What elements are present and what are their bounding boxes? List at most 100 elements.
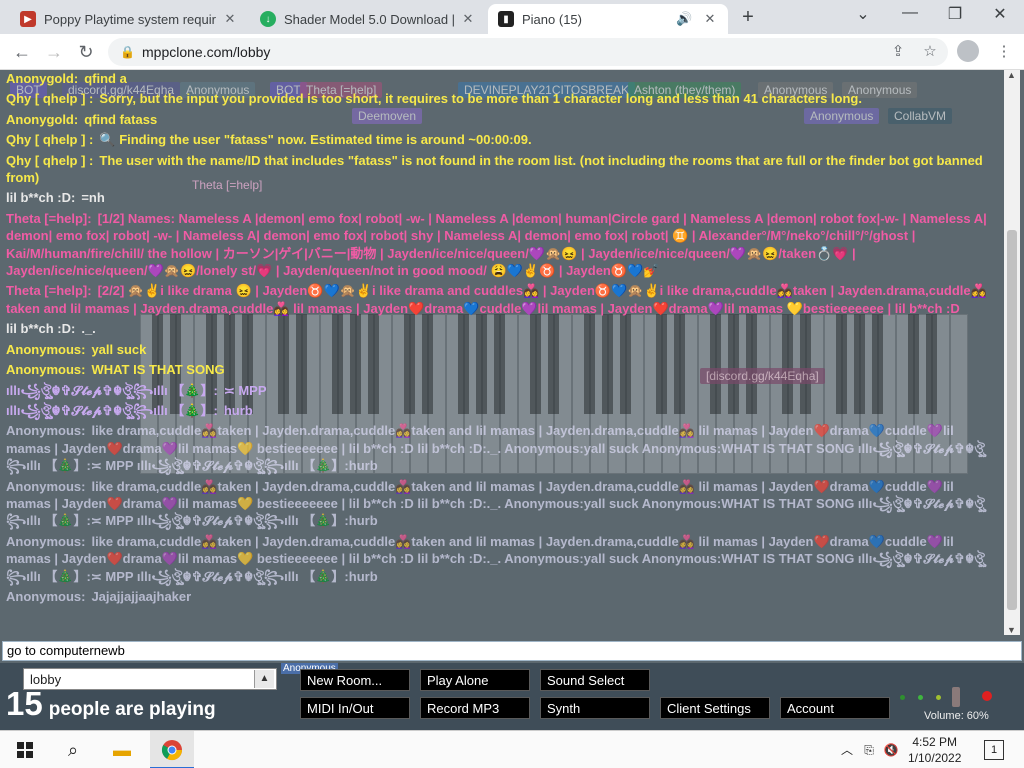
new-room-button[interactable]: New Room... bbox=[300, 669, 410, 691]
chat-input[interactable]: go to computernewb bbox=[2, 641, 1022, 661]
forward-icon[interactable]: → bbox=[42, 40, 66, 64]
profile-icon[interactable] bbox=[957, 40, 979, 62]
chat-nick[interactable]: Qhy [ qhelp ] : bbox=[6, 132, 93, 147]
window-close-icon[interactable]: ✕ bbox=[988, 4, 1012, 24]
clock-date: 1/10/2022 bbox=[908, 751, 962, 765]
chat-input-value: go to computernewb bbox=[7, 643, 125, 658]
chat-text: ._. bbox=[81, 321, 96, 337]
chat-nick[interactable]: Anonymous: bbox=[6, 534, 85, 549]
chat-message: ıllı꧁ঔৣ☬✞𝓢𝓽𝓮𝓹✞☬ঔৣ꧂ıllı 【🎄】: ≍ MPP bbox=[6, 382, 998, 399]
chat-text: Jajajjajjaajhaker bbox=[91, 588, 192, 604]
chat-nick[interactable]: Theta [=help]: bbox=[6, 211, 92, 226]
menu-icon[interactable]: ⋮ bbox=[992, 40, 1016, 64]
maximize-icon[interactable]: ❐ bbox=[943, 4, 967, 24]
chat-nick[interactable]: lil b**ch :D: bbox=[6, 321, 75, 336]
star-icon[interactable]: ☆ bbox=[918, 40, 942, 64]
chat-nick[interactable]: ıllı꧁ঔৣ☬✞𝓢𝓽𝓮𝓹✞☬ঔৣ꧂ıllı 【🎄】: bbox=[6, 403, 218, 418]
volume-muted-icon[interactable]: 🔇 bbox=[882, 731, 900, 768]
search-icon[interactable]: ⌕ bbox=[58, 731, 88, 768]
chat-nick[interactable]: lil b**ch :D: bbox=[6, 190, 75, 205]
chat-nick[interactable]: Qhy [ qhelp ] : bbox=[6, 91, 93, 106]
chat-nick[interactable]: Anonymous: bbox=[6, 589, 85, 604]
chat-text: [1/2] Names: Nameless A |demon| emo fox|… bbox=[6, 210, 987, 279]
volume-knob[interactable] bbox=[952, 687, 960, 707]
close-icon[interactable]: ✕ bbox=[222, 11, 238, 27]
play-alone-button[interactable]: Play Alone bbox=[420, 669, 530, 691]
notification-count: 1 bbox=[990, 744, 998, 756]
reload-icon[interactable]: ↻ bbox=[74, 40, 98, 64]
chat-text: WHAT IS THAT SONG bbox=[91, 362, 225, 378]
close-icon[interactable]: ✕ bbox=[702, 11, 718, 27]
network-icon[interactable]: ⎘ bbox=[860, 731, 878, 768]
chevron-up-icon[interactable]: ︿ bbox=[838, 731, 856, 768]
chat-nick[interactable]: Theta [=help]: bbox=[6, 283, 92, 298]
speaker-icon[interactable]: 🔊 bbox=[676, 11, 692, 27]
chat-nick[interactable]: Anonygold: bbox=[6, 112, 78, 127]
scroll-thumb[interactable] bbox=[1007, 230, 1017, 610]
tab-piano[interactable]: ▮ Piano (15) 🔊 ✕ bbox=[488, 4, 728, 34]
chat-nick[interactable]: ıllı꧁ঔৣ☬✞𝓢𝓽𝓮𝓹✞☬ঔৣ꧂ıllı 【🎄】: bbox=[6, 383, 218, 398]
chat-text: 🔍 Finding the user "fatass" now. Estimat… bbox=[99, 132, 532, 148]
url-text: mppclone.com/lobby bbox=[142, 44, 271, 60]
lock-icon: 🔒 bbox=[120, 45, 135, 59]
status-light bbox=[936, 695, 941, 700]
chat-text: hurb bbox=[223, 402, 253, 418]
minimize-icon[interactable]: — bbox=[898, 4, 922, 22]
new-tab-button[interactable]: + bbox=[738, 6, 758, 29]
volume-label: Volume: 60% bbox=[924, 710, 989, 722]
piano-page: BOT discord.gg/k44Eqha Anonymous BOT Theta [… bbox=[0, 70, 1024, 730]
scroll-up-icon[interactable]: ▲ bbox=[1007, 70, 1016, 80]
tab-search-icon[interactable]: ⌄ bbox=[851, 4, 875, 24]
bottom-bar: Anonymous lobby ▲ 15people are playing N… bbox=[0, 663, 1024, 730]
browser-tab-bar: ▶ Poppy Playtime system requirem ✕ ↓ Sha… bbox=[0, 0, 1024, 34]
midi-button[interactable]: MIDI In/Out bbox=[300, 697, 410, 719]
chevron-up-icon[interactable]: ▲ bbox=[254, 670, 274, 688]
system-clock[interactable]: 4:52 PM 1/10/2022 bbox=[908, 734, 961, 766]
synth-button[interactable]: Synth bbox=[540, 697, 650, 719]
gamepad-icon: ▶ bbox=[20, 11, 36, 27]
chat-nick[interactable]: Anonymous: bbox=[6, 423, 85, 438]
chat-scrollbar[interactable]: ▲ ▼ bbox=[1004, 70, 1020, 635]
chat-message: Qhy [ qhelp ] : The user with the name/ID… bbox=[6, 152, 998, 187]
chat-message: Anonymous: yall suck bbox=[6, 341, 998, 358]
scroll-down-icon[interactable]: ▼ bbox=[1007, 625, 1016, 635]
chat-text: yall suck bbox=[91, 341, 147, 357]
chat-text: The user with the name/ID that includes … bbox=[6, 152, 983, 186]
notification-icon[interactable]: 1 bbox=[984, 740, 1004, 760]
chat-nick[interactable]: Anonygold: bbox=[6, 71, 78, 86]
sound-select-button[interactable]: Sound Select bbox=[540, 669, 650, 691]
chat-text: ≍ MPP bbox=[223, 382, 267, 398]
chat-text: like drama,cuddle👩‍❤️‍👩taken | Jayden.dr… bbox=[6, 423, 985, 474]
account-button[interactable]: Account bbox=[780, 697, 890, 719]
status-light bbox=[918, 695, 923, 700]
client-settings-button[interactable]: Client Settings bbox=[660, 697, 770, 719]
record-indicator bbox=[982, 691, 992, 701]
chat-text: qfind fatass bbox=[84, 111, 158, 127]
chat-message: Theta [=help]: [2/2] 🙊✌️i like drama 😖 | … bbox=[6, 282, 998, 317]
address-bar[interactable]: 🔒 mppclone.com/lobby bbox=[108, 38, 948, 66]
people-count: 15 people are playing bbox=[6, 685, 216, 723]
chat-message: Anonymous: WHAT IS THAT SONG bbox=[6, 361, 998, 378]
chat-nick[interactable]: Anonymous: bbox=[6, 479, 85, 494]
chrome-icon[interactable] bbox=[150, 731, 194, 768]
record-mp3-button[interactable]: Record MP3 bbox=[420, 697, 530, 719]
chat-message: Qhy [ qhelp ] : 🔍 Finding the user "fatas… bbox=[6, 131, 998, 148]
chat-nick[interactable]: Anonymous: bbox=[6, 362, 85, 377]
chat-nick[interactable]: Qhy [ qhelp ] : bbox=[6, 153, 93, 168]
chat-nick[interactable]: Anonymous: bbox=[6, 342, 85, 357]
chat-text: Sorry, but the input you provided is too… bbox=[99, 91, 862, 107]
chat-message: Anonymous: like drama,cuddle👩‍❤️‍👩taken |… bbox=[6, 422, 998, 474]
tab-poppy-playtime[interactable]: ▶ Poppy Playtime system requirem ✕ bbox=[10, 4, 248, 34]
share-icon[interactable]: ⇪ bbox=[886, 40, 910, 64]
tab-shader-model[interactable]: ↓ Shader Model 5.0 Download | Pe ✕ bbox=[250, 4, 486, 34]
close-icon[interactable]: ✕ bbox=[460, 11, 476, 27]
windows-start-icon[interactable] bbox=[10, 731, 40, 768]
chat-text: qfind a bbox=[84, 71, 127, 86]
chat-message: Anonymous: like drama,cuddle👩‍❤️‍👩taken |… bbox=[6, 478, 998, 530]
windows-taskbar: ⌕ ▬ ︿ ⎘ 🔇 4:52 PM 1/10/2022 1 bbox=[0, 730, 1024, 768]
back-icon[interactable]: ← bbox=[10, 40, 34, 64]
file-explorer-icon[interactable]: ▬ bbox=[106, 731, 138, 768]
status-light bbox=[900, 695, 905, 700]
download-icon: ↓ bbox=[260, 11, 276, 27]
chat-message: ıllı꧁ঔৣ☬✞𝓢𝓽𝓮𝓹✞☬ঔৣ꧂ıllı 【🎄】: hurb bbox=[6, 402, 998, 419]
